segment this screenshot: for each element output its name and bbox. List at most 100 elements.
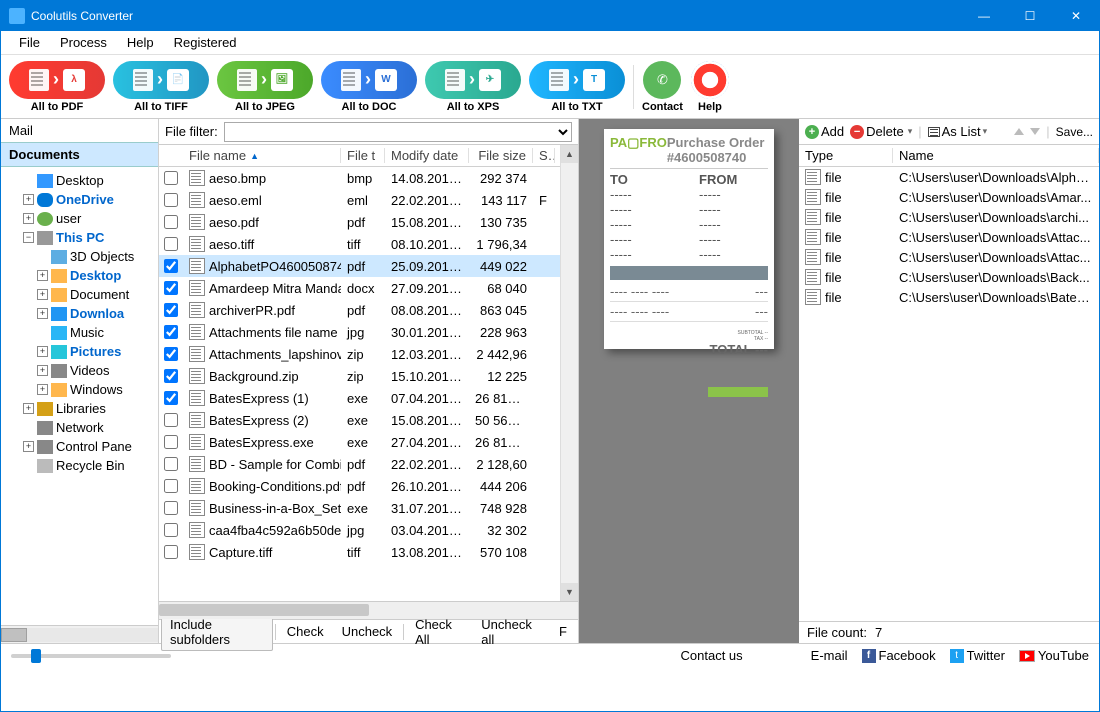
tree-node[interactable]: Music <box>3 323 156 342</box>
file-row[interactable]: BatesExpress (1) exe 07.04.2018 ... 26 8… <box>159 387 560 409</box>
sidebar-tab-mail[interactable]: Mail <box>1 119 158 142</box>
sidebar-tab-documents[interactable]: Documents <box>1 142 158 167</box>
file-row[interactable]: Attachments file name t... jpg 30.01.201… <box>159 321 560 343</box>
file-row[interactable]: Capture.tiff tiff 13.08.2018 ... 570 108 <box>159 541 560 563</box>
all-to-doc-button[interactable]: ›W <box>321 61 417 99</box>
expander-icon[interactable]: + <box>23 441 34 452</box>
file-row[interactable]: Attachments_lapshinova... zip 12.03.2018… <box>159 343 560 365</box>
row-checkbox[interactable] <box>164 281 178 295</box>
expander-icon[interactable]: + <box>37 270 48 281</box>
tab-check[interactable]: Check <box>278 620 333 643</box>
row-checkbox[interactable] <box>164 171 178 185</box>
tree-node[interactable]: 3D Objects <box>3 247 156 266</box>
contact-us-link[interactable]: Contact us <box>681 648 743 663</box>
file-row[interactable]: aeso.pdf pdf 15.08.2018 ... 130 735 <box>159 211 560 233</box>
col-filename[interactable]: File name▲ <box>183 148 341 163</box>
tree-node[interactable]: +Libraries <box>3 399 156 418</box>
tree-node[interactable]: +Desktop <box>3 266 156 285</box>
tab-uncheck[interactable]: Uncheck <box>333 620 402 643</box>
row-checkbox[interactable] <box>164 325 178 339</box>
file-row[interactable]: aeso.eml eml 22.02.2018 ... 143 117 F <box>159 189 560 211</box>
contact-button[interactable]: ✆ <box>643 61 681 99</box>
save-button[interactable]: Save... <box>1056 125 1093 139</box>
row-checkbox[interactable] <box>164 501 178 515</box>
file-row[interactable]: archiverPR.pdf pdf 08.08.2018 ... 863 04… <box>159 299 560 321</box>
file-row[interactable]: caa4fba4c592a6b50deb... jpg 03.04.2018 .… <box>159 519 560 541</box>
tree-node[interactable]: Network <box>3 418 156 437</box>
expander-icon[interactable]: + <box>23 213 34 224</box>
row-checkbox[interactable] <box>164 479 178 493</box>
selected-file-row[interactable]: fileC:\Users\user\Downloads\Attac... <box>799 227 1099 247</box>
tree-node[interactable]: +Videos <box>3 361 156 380</box>
maximize-button[interactable]: ☐ <box>1007 1 1053 31</box>
row-checkbox[interactable] <box>164 545 178 559</box>
delete-button[interactable]: −Delete▾ <box>850 124 912 139</box>
facebook-link[interactable]: fFacebook <box>862 648 936 663</box>
col-modifydate[interactable]: Modify date <box>385 148 469 163</box>
filelist-vscroll[interactable]: ▲▼ <box>560 145 578 601</box>
all-to-pdf-button[interactable]: ›λ <box>9 61 105 99</box>
slider-knob[interactable] <box>31 649 41 663</box>
file-row[interactable]: BD - Sample for Combini... pdf 22.02.201… <box>159 453 560 475</box>
tree-node[interactable]: +Downloa <box>3 304 156 323</box>
col-su[interactable]: Su... <box>533 148 555 163</box>
as-list-button[interactable]: As List▾ <box>928 124 988 139</box>
minimize-button[interactable]: — <box>961 1 1007 31</box>
rcol-type[interactable]: Type <box>799 148 893 163</box>
selected-file-row[interactable]: fileC:\Users\user\Downloads\archi... <box>799 207 1099 227</box>
col-filetype[interactable]: File t <box>341 148 385 163</box>
tree-node[interactable]: +Control Pane <box>3 437 156 456</box>
row-checkbox[interactable] <box>164 193 178 207</box>
email-link[interactable]: E-mail <box>811 648 848 663</box>
move-up-button[interactable] <box>1014 128 1024 135</box>
expander-icon[interactable]: + <box>23 403 34 414</box>
close-button[interactable]: ✕ <box>1053 1 1099 31</box>
file-row[interactable]: Business-in-a-Box_Setu... exe 31.07.2018… <box>159 497 560 519</box>
row-checkbox[interactable] <box>164 347 178 361</box>
selected-file-row[interactable]: fileC:\Users\user\Downloads\Bates... <box>799 287 1099 307</box>
tab-f[interactable]: F <box>550 620 576 643</box>
expander-icon[interactable]: + <box>37 308 48 319</box>
file-row[interactable]: aeso.bmp bmp 14.08.2018 ... 292 374 <box>159 167 560 189</box>
tree-node[interactable]: Recycle Bin <box>3 456 156 475</box>
twitter-link[interactable]: tTwitter <box>950 648 1005 663</box>
col-filesize[interactable]: File size <box>469 148 533 163</box>
row-checkbox[interactable] <box>164 259 178 273</box>
filelist-hscroll[interactable] <box>159 601 578 619</box>
all-to-tiff-button[interactable]: ›📄 <box>113 61 209 99</box>
expander-icon[interactable]: + <box>23 194 34 205</box>
row-checkbox[interactable] <box>164 523 178 537</box>
file-row[interactable]: BatesExpress (2) exe 15.08.2018 ... 50 5… <box>159 409 560 431</box>
selected-file-row[interactable]: fileC:\Users\user\Downloads\Alpha... <box>799 167 1099 187</box>
expander-icon[interactable]: + <box>37 365 48 376</box>
row-checkbox[interactable] <box>164 369 178 383</box>
tree-node[interactable]: +OneDrive <box>3 190 156 209</box>
row-checkbox[interactable] <box>164 457 178 471</box>
row-checkbox[interactable] <box>164 435 178 449</box>
expander-icon[interactable]: − <box>23 232 34 243</box>
expander-icon[interactable]: + <box>37 289 48 300</box>
add-button[interactable]: +Add <box>805 124 844 139</box>
file-row[interactable]: Background.zip zip 15.10.2018 ... 12 225 <box>159 365 560 387</box>
row-checkbox[interactable] <box>164 391 178 405</box>
menu-help[interactable]: Help <box>117 33 164 52</box>
tree-node[interactable]: −This PC <box>3 228 156 247</box>
help-button[interactable] <box>691 61 729 99</box>
expander-icon[interactable]: + <box>37 384 48 395</box>
selected-file-row[interactable]: fileC:\Users\user\Downloads\Amar... <box>799 187 1099 207</box>
row-checkbox[interactable] <box>164 237 178 251</box>
tree-node[interactable]: +Pictures <box>3 342 156 361</box>
move-down-button[interactable] <box>1030 128 1040 135</box>
tree-node[interactable]: +Windows <box>3 380 156 399</box>
sidebar-hscroll[interactable] <box>1 625 158 643</box>
row-checkbox[interactable] <box>164 413 178 427</box>
menu-process[interactable]: Process <box>50 33 117 52</box>
file-row[interactable]: BatesExpress.exe exe 27.04.2018 ... 26 8… <box>159 431 560 453</box>
row-checkbox[interactable] <box>164 303 178 317</box>
row-checkbox[interactable] <box>164 215 178 229</box>
tree-node[interactable]: +Document <box>3 285 156 304</box>
file-row[interactable]: Amardeep Mitra Mandal... docx 27.09.2018… <box>159 277 560 299</box>
all-to-txt-button[interactable]: ›T <box>529 61 625 99</box>
file-row[interactable]: AlphabetPO4600508740... pdf 25.09.2018 .… <box>159 255 560 277</box>
all-to-xps-button[interactable]: ›✈ <box>425 61 521 99</box>
